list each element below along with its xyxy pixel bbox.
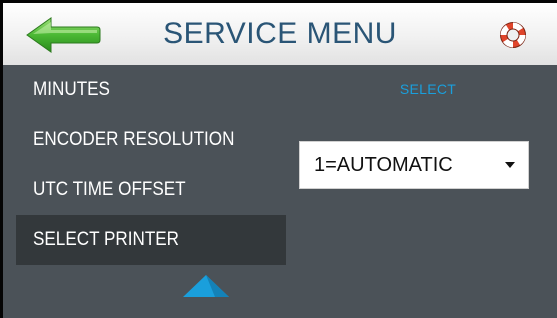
header-bar: SERVICE MENU (3, 3, 557, 65)
menu-item-label: MINUTES (33, 79, 110, 100)
lifebuoy-help-icon (500, 22, 526, 48)
menu-item-minutes[interactable]: MINUTES (16, 65, 286, 115)
scroll-up-icon (183, 275, 229, 297)
menu-item-utc-time-offset[interactable]: UTC TIME OFFSET (16, 165, 286, 215)
dropdown-value: 1=AUTOMATIC (314, 154, 453, 176)
back-button[interactable] (25, 17, 101, 53)
scroll-up-button[interactable] (181, 273, 231, 299)
chevron-down-icon (505, 162, 515, 168)
service-screen: SERVICE MENU MINUTES ENCODER RESOLUTION … (0, 0, 557, 318)
menu-item-select-printer[interactable]: SELECT PRINTER (16, 215, 286, 265)
help-button[interactable] (499, 21, 527, 49)
select-label: SELECT (399, 81, 457, 97)
page-title: SERVICE MENU (163, 17, 397, 50)
menu-item-label: SELECT PRINTER (33, 229, 180, 250)
service-menu-list: MINUTES ENCODER RESOLUTION UTC TIME OFFS… (16, 65, 286, 265)
menu-item-label: UTC TIME OFFSET (33, 179, 186, 200)
menu-item-label: ENCODER RESOLUTION (33, 129, 235, 150)
menu-item-encoder-resolution[interactable]: ENCODER RESOLUTION (16, 115, 286, 165)
back-arrow-icon (26, 17, 101, 53)
printer-select-dropdown[interactable]: 1=AUTOMATIC (299, 141, 529, 189)
